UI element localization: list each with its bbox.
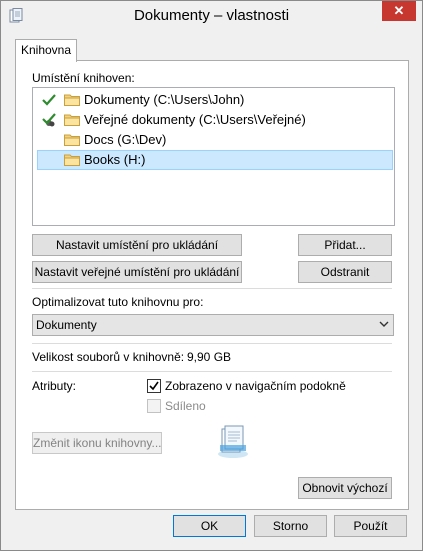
public-check-icon <box>42 113 56 127</box>
close-button[interactable]: ✕ <box>382 1 416 21</box>
show-in-nav-label: Zobrazeno v navigačním podokně <box>165 379 346 393</box>
title-bar[interactable]: Dokumenty – vlastnosti ✕ <box>1 1 422 32</box>
list-item[interactable]: Docs (G:\Dev) <box>37 130 393 150</box>
list-item-selected[interactable]: Books (H:) <box>37 150 393 170</box>
ok-button[interactable]: OK <box>173 515 246 537</box>
optimize-label: Optimalizovat tuto knihovnu pro: <box>32 295 204 309</box>
location-text: Veřejné dokumenty (C:\Users\Veřejné) <box>84 112 306 127</box>
apply-button[interactable]: Použít <box>334 515 407 537</box>
library-locations-label: Umístění knihoven: <box>32 71 135 85</box>
location-text: Docs (G:\Dev) <box>84 132 167 147</box>
shared-label: Sdíleno <box>165 399 206 413</box>
optimize-value: Dokumenty <box>36 318 97 332</box>
folder-icon <box>64 114 80 126</box>
folder-icon <box>64 134 80 146</box>
close-icon: ✕ <box>393 3 405 18</box>
folder-icon <box>64 154 80 166</box>
library-locations-list[interactable]: Dokumenty (C:\Users\John) Veřejné dokume… <box>32 87 395 226</box>
list-item[interactable]: Dokumenty (C:\Users\John) <box>37 90 393 110</box>
tab-library[interactable]: Knihovna <box>15 39 77 62</box>
chevron-down-icon <box>379 321 389 327</box>
cancel-button[interactable]: Storno <box>254 515 327 537</box>
divider <box>32 288 392 289</box>
set-public-save-location-button[interactable]: Nastavit veřejné umístění pro ukládání <box>32 261 242 283</box>
set-save-location-button[interactable]: Nastavit umístění pro ukládání <box>32 234 242 256</box>
remove-button[interactable]: Odstranit <box>298 261 392 283</box>
divider <box>32 371 392 372</box>
size-value: 9,90 GB <box>187 350 232 364</box>
check-icon <box>42 94 56 106</box>
library-icon <box>218 425 248 458</box>
add-button[interactable]: Přidat... <box>298 234 392 256</box>
location-text: Dokumenty (C:\Users\John) <box>84 92 245 107</box>
location-text: Books (H:) <box>84 152 146 167</box>
attributes-label: Atributy: <box>32 379 77 393</box>
show-in-nav-checkbox[interactable] <box>147 379 161 393</box>
restore-defaults-button[interactable]: Obnovit výchozí <box>298 477 392 499</box>
optimize-select[interactable]: Dokumenty <box>32 314 394 336</box>
window-title: Dokumenty – vlastnosti <box>133 7 290 24</box>
change-icon-button[interactable]: Změnit ikonu knihovny... <box>32 432 162 454</box>
properties-dialog: Dokumenty – vlastnosti ✕ Knihovna Umístě… <box>0 0 423 551</box>
divider <box>32 343 392 344</box>
checkmark-icon <box>149 381 159 391</box>
shared-checkbox[interactable] <box>147 399 161 413</box>
size-label: Velikost souborů v knihovně: <box>32 350 185 364</box>
library-panel: Umístění knihoven: Dokumenty (C:\Users\J… <box>15 60 409 510</box>
list-item[interactable]: Veřejné dokumenty (C:\Users\Veřejné) <box>37 110 393 130</box>
folder-icon <box>64 94 80 106</box>
